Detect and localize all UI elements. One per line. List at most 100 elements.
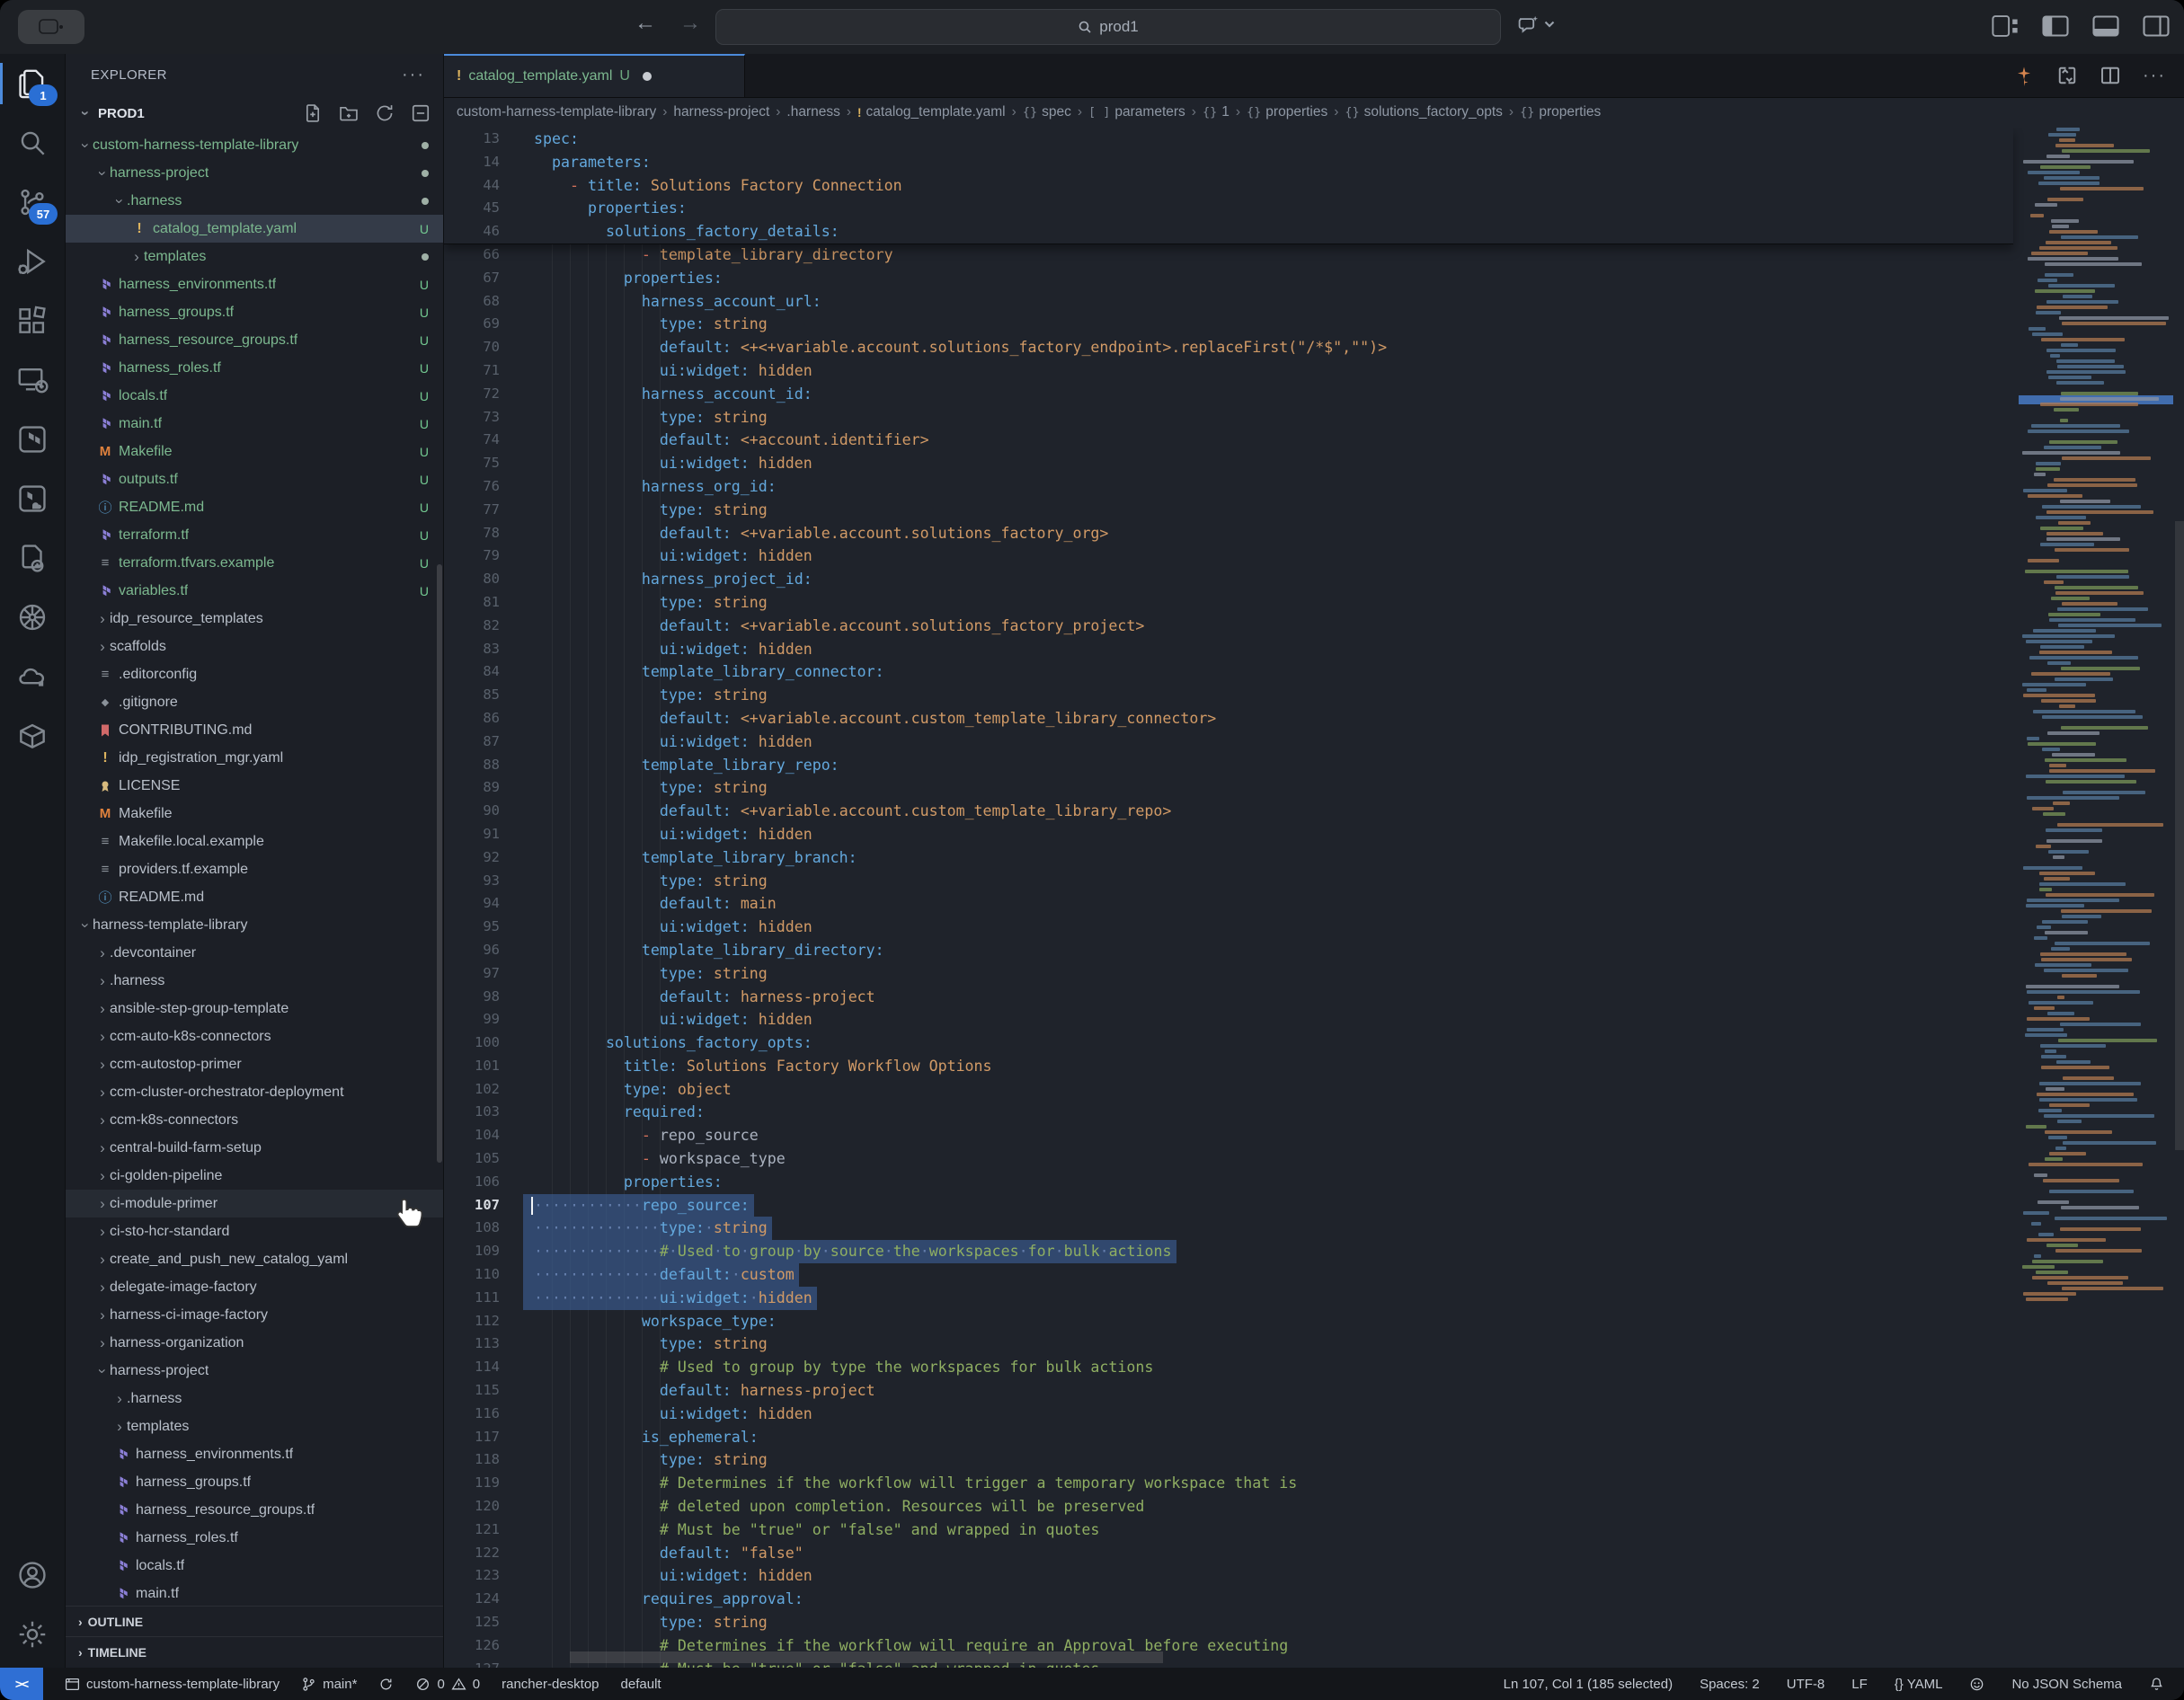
status-feedback[interactable] <box>1969 1677 1984 1692</box>
code-line[interactable]: 74 default: <+account.identifier> <box>444 429 2013 452</box>
status-eol[interactable]: LF <box>1851 1677 1868 1692</box>
vertical-scrollbar[interactable] <box>2175 521 2184 1150</box>
line-number[interactable]: 83 <box>444 638 523 661</box>
status-language-mode[interactable]: {} YAML <box>1895 1677 1943 1692</box>
line-number[interactable]: 74 <box>444 429 523 452</box>
split-editor-icon[interactable] <box>2100 65 2121 86</box>
tree-file-terraform.tfvars.example[interactable]: ≡terraform.tfvars.exampleU <box>66 549 443 577</box>
code-line[interactable]: 85 type: string <box>444 684 2013 707</box>
code-line[interactable]: 97 type: string <box>444 962 2013 986</box>
code-line[interactable]: 93 type: string <box>444 870 2013 893</box>
collapse-all-icon[interactable] <box>411 103 431 123</box>
activity-item-run-debug[interactable] <box>0 232 65 291</box>
activity-item-terraform[interactable] <box>0 410 65 469</box>
line-number[interactable]: 68 <box>444 290 523 314</box>
line-number[interactable]: 95 <box>444 916 523 939</box>
line-number[interactable]: 104 <box>444 1124 523 1147</box>
tab-catalog-template[interactable]: ! catalog_template.yaml U <box>444 54 745 97</box>
activity-item-source-control[interactable]: 57 <box>0 173 65 232</box>
code-line[interactable]: 91 ui:widget: hidden <box>444 823 2013 846</box>
breadcrumb-item[interactable]: harness-project <box>673 104 769 120</box>
nav-back-button[interactable]: ← <box>635 11 656 36</box>
code-line[interactable]: 66 - template_library_directory <box>444 243 2013 267</box>
code-line[interactable]: 111··············ui:widget:·hidden <box>444 1287 2013 1310</box>
breadcrumb-item[interactable]: {}spec <box>1023 104 1071 120</box>
activity-item-search[interactable] <box>0 113 65 173</box>
tree-folder-ci-golden-pipeline[interactable]: ›ci-golden-pipeline <box>66 1162 443 1190</box>
tree-file-Makefile[interactable]: MMakefile <box>66 800 443 828</box>
code-line[interactable]: 14 parameters: <box>444 151 2013 174</box>
toggle-secondary-sidebar-icon[interactable] <box>2143 14 2170 38</box>
extension-sparkle-icon[interactable] <box>2013 65 2035 86</box>
tree-folder-delegate-image-factory[interactable]: ›delegate-image-factory <box>66 1273 443 1301</box>
tree-file-CONTRIBUTING.md[interactable]: CONTRIBUTING.md <box>66 716 443 744</box>
line-number[interactable]: 121 <box>444 1518 523 1542</box>
minimap[interactable] <box>2019 128 2173 1668</box>
tree-file-catalog_template.yaml[interactable]: !catalog_template.yamlU <box>66 215 443 243</box>
line-number[interactable]: 118 <box>444 1448 523 1472</box>
tree-folder-harness-project[interactable]: ›harness-project <box>66 1357 443 1385</box>
tree-file-main.tf[interactable]: main.tfU <box>66 410 443 438</box>
timeline-section[interactable]: › TIMELINE <box>66 1636 443 1668</box>
line-number[interactable]: 119 <box>444 1472 523 1495</box>
code-line[interactable]: 13spec: <box>444 128 2013 151</box>
tree-file-.gitignore[interactable]: ◆.gitignore <box>66 688 443 716</box>
line-number[interactable]: 94 <box>444 892 523 916</box>
line-number[interactable]: 107 <box>444 1194 523 1217</box>
line-number[interactable]: 81 <box>444 591 523 615</box>
code-line[interactable]: 94 default: main <box>444 892 2013 916</box>
code-line[interactable]: 125 type: string <box>444 1611 2013 1634</box>
activity-item-explorer[interactable]: 1 <box>0 54 65 113</box>
code-line[interactable]: 96 template_library_directory: <box>444 939 2013 962</box>
status-rancher-desktop[interactable]: rancher-desktop <box>502 1677 599 1692</box>
code-line[interactable]: 124 requires_approval: <box>444 1588 2013 1611</box>
code-line[interactable]: 86 default: <+variable.account.custom_te… <box>444 707 2013 730</box>
code-line[interactable]: 101 title: Solutions Factory Workflow Op… <box>444 1055 2013 1078</box>
tree-file-Makefile.local.example[interactable]: ≡Makefile.local.example <box>66 828 443 855</box>
refresh-icon[interactable] <box>375 103 395 123</box>
tree-file-Makefile[interactable]: MMakefileU <box>66 438 443 465</box>
line-number[interactable]: 85 <box>444 684 523 707</box>
code-line[interactable]: 83 ui:widget: hidden <box>444 638 2013 661</box>
open-changes-icon[interactable] <box>2056 65 2078 86</box>
toggle-sidebar-icon[interactable] <box>2042 14 2069 38</box>
tree-file-terraform.tf[interactable]: terraform.tfU <box>66 521 443 549</box>
code-line[interactable]: 121 # Must be "true" or "false" and wrap… <box>444 1518 2013 1542</box>
line-number[interactable]: 69 <box>444 313 523 336</box>
line-number[interactable]: 46 <box>444 220 523 243</box>
code-line[interactable]: 106 properties: <box>444 1171 2013 1194</box>
new-folder-icon[interactable] <box>339 103 359 123</box>
code-line[interactable]: 117 is_ephemeral: <box>444 1426 2013 1449</box>
code-line[interactable]: 77 type: string <box>444 499 2013 522</box>
line-number[interactable]: 106 <box>444 1171 523 1194</box>
code-line[interactable]: 67 properties: <box>444 267 2013 290</box>
line-number[interactable]: 71 <box>444 359 523 383</box>
line-number[interactable]: 112 <box>444 1310 523 1333</box>
line-number[interactable]: 13 <box>444 128 523 151</box>
line-number[interactable]: 88 <box>444 754 523 777</box>
line-number[interactable]: 67 <box>444 267 523 290</box>
tree-file-README.md[interactable]: ⓘREADME.md <box>66 883 443 911</box>
workspace-section-header[interactable]: › PROD1 <box>66 95 443 131</box>
status-cursor-position[interactable]: Ln 107, Col 1 (185 selected) <box>1504 1677 1673 1692</box>
tree-file-README.md[interactable]: ⓘREADME.mdU <box>66 493 443 521</box>
line-number[interactable]: 89 <box>444 776 523 800</box>
tree-folder-templates[interactable]: ›templates <box>66 1412 443 1440</box>
code-line[interactable]: 115 default: harness-project <box>444 1379 2013 1403</box>
breadcrumb-item[interactable]: {}properties <box>1247 104 1327 120</box>
status-indentation[interactable]: Spaces: 2 <box>1700 1677 1760 1692</box>
line-number[interactable]: 111 <box>444 1287 523 1310</box>
tree-folder-ccm-auto-k8s-connectors[interactable]: ›ccm-auto-k8s-connectors <box>66 1023 443 1050</box>
customize-layout-icon[interactable] <box>1992 14 2019 38</box>
line-number[interactable]: 120 <box>444 1495 523 1518</box>
activity-item-accounts[interactable] <box>0 1545 65 1605</box>
code-line[interactable]: 44 - title: Solutions Factory Connection <box>444 174 2013 198</box>
tree-folder-scaffolds[interactable]: ›scaffolds <box>66 633 443 660</box>
tree-file-harness_environments.tf[interactable]: harness_environments.tfU <box>66 270 443 298</box>
code-line[interactable]: 110··············default:·custom <box>444 1263 2013 1287</box>
line-number[interactable]: 115 <box>444 1379 523 1403</box>
new-file-icon[interactable] <box>303 103 323 123</box>
tree-folder-ccm-autostop-primer[interactable]: ›ccm-autostop-primer <box>66 1050 443 1078</box>
tree-file-harness_resource_groups.tf[interactable]: harness_resource_groups.tf <box>66 1496 443 1524</box>
status-json-schema[interactable]: No JSON Schema <box>2011 1677 2122 1692</box>
